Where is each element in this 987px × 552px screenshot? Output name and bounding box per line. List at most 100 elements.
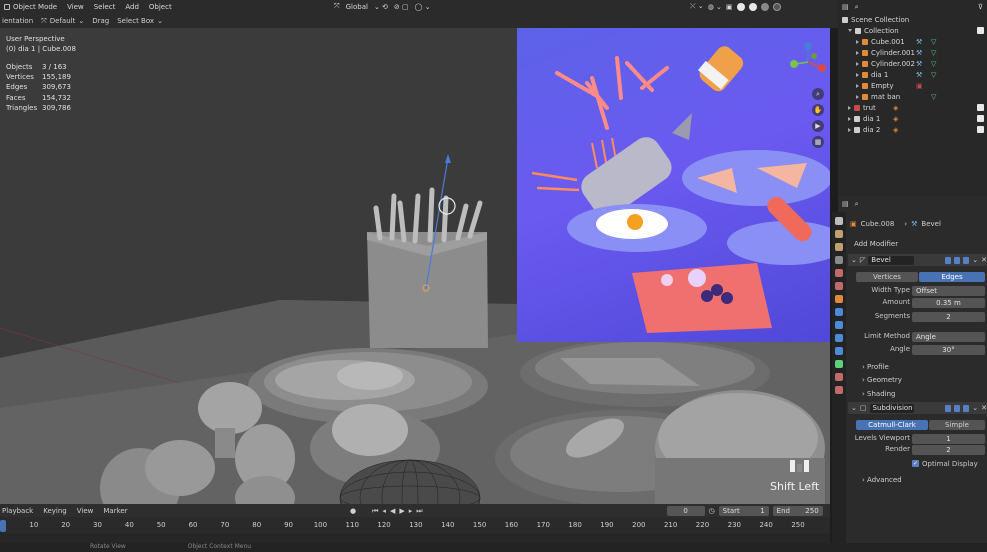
constraints-tab-icon[interactable] xyxy=(835,347,843,355)
outliner-item[interactable]: mat ban ▽ xyxy=(838,91,987,102)
levels-viewport-field[interactable]: 1 xyxy=(912,434,985,444)
world-tab-icon[interactable] xyxy=(835,282,843,290)
limit-method-select[interactable]: Angle xyxy=(912,332,985,342)
menu-view[interactable]: View xyxy=(67,3,84,11)
jump-start-icon[interactable]: ⏮ xyxy=(372,507,378,516)
drag-select[interactable]: Select Box ⌄ xyxy=(117,17,163,25)
mode-selector[interactable]: Object Mode xyxy=(4,3,57,11)
menu-add[interactable]: Add xyxy=(125,3,139,11)
expand-icon[interactable] xyxy=(856,83,859,88)
outliner-item[interactable]: dia 1 ⚒ ▽ xyxy=(838,69,987,80)
advanced-subpanel[interactable]: › Advanced xyxy=(862,476,902,484)
subdivision-modifier-header[interactable]: ⌄ ▢ Subdivision ⌄ ✕ xyxy=(848,402,987,414)
menu-select[interactable]: Select xyxy=(94,3,116,11)
timeline-menu-marker[interactable]: Marker xyxy=(103,507,127,515)
editor-type-icon[interactable]: ▤ xyxy=(842,200,849,208)
pan-hand-icon[interactable]: ✋ xyxy=(812,104,824,116)
width-type-select[interactable]: Offset xyxy=(912,286,985,296)
outliner-item[interactable]: Empty ▣ xyxy=(838,80,987,91)
render-toggle[interactable] xyxy=(963,404,970,412)
timeline-menu-keying[interactable]: Keying xyxy=(43,507,67,515)
pivot-icon[interactable]: ⌄ ⟲ xyxy=(374,3,388,11)
search-icon[interactable]: ⌕ xyxy=(855,200,859,209)
visibility-checkbox[interactable] xyxy=(977,104,984,111)
bevel-name-field[interactable]: Bevel xyxy=(868,255,914,265)
snap-icon[interactable]: ⊘ ▢ xyxy=(394,3,409,11)
expand-icon[interactable] xyxy=(848,105,851,110)
expand-icon[interactable] xyxy=(848,127,851,132)
chevron-down-icon[interactable]: ⌄ xyxy=(851,256,857,264)
material-shading-icon[interactable] xyxy=(760,2,769,11)
next-keyframe-icon[interactable]: ▸ xyxy=(409,507,413,515)
camera-icon[interactable]: ▶ xyxy=(812,120,824,132)
optimal-display-checkbox[interactable]: ✓ xyxy=(912,460,919,467)
texture-tab-icon[interactable] xyxy=(835,386,843,394)
data-tab-icon[interactable] xyxy=(835,360,843,368)
outliner-scene-collection[interactable]: Scene Collection xyxy=(838,14,987,25)
rendered-shading-icon[interactable] xyxy=(772,2,781,11)
output-tab-icon[interactable] xyxy=(835,243,843,251)
profile-subpanel[interactable]: › Profile xyxy=(862,363,889,371)
edit-mode-toggle[interactable] xyxy=(945,404,952,412)
search-icon[interactable]: ⌕ xyxy=(855,3,859,12)
render-tab-icon[interactable] xyxy=(835,230,843,238)
tool-tab-icon[interactable] xyxy=(835,217,843,225)
outliner-item[interactable]: Cube.001 ⚒ ▽ xyxy=(838,36,987,47)
particles-tab-icon[interactable] xyxy=(835,321,843,329)
frame-ruler[interactable]: 0102030405060708090100110120130140150160… xyxy=(0,521,830,531)
close-icon[interactable]: ✕ xyxy=(981,404,987,412)
dropdown-icon[interactable]: ⌄ xyxy=(972,404,978,412)
visibility-checkbox[interactable] xyxy=(977,115,984,122)
play-reverse-icon[interactable]: ◀ xyxy=(390,507,395,515)
visibility-checkbox[interactable] xyxy=(977,27,984,34)
navigation-gizmo[interactable] xyxy=(786,40,830,84)
add-modifier-button[interactable]: Add Modifier xyxy=(846,238,987,249)
expand-icon[interactable] xyxy=(848,29,852,32)
material-tab-icon[interactable] xyxy=(835,373,843,381)
chevron-down-icon[interactable]: ⌄ xyxy=(851,404,857,412)
expand-icon[interactable] xyxy=(856,39,859,44)
transform-orientation[interactable]: Global xyxy=(346,3,368,11)
jump-end-icon[interactable]: ⏭ xyxy=(416,507,422,516)
bevel-modifier-header[interactable]: ⌄ ◸ Bevel ⌄ ✕ xyxy=(848,254,987,266)
grid-view-icon[interactable]: ▦ xyxy=(812,136,824,148)
outliner-top-item[interactable]: trut ◈ xyxy=(838,102,987,113)
outliner-collection[interactable]: Collection xyxy=(838,25,987,36)
editor-type-icon[interactable]: ▤ xyxy=(842,3,849,11)
keyframe-dot-icon[interactable]: ● xyxy=(350,507,356,515)
wireframe-shading-icon[interactable] xyxy=(736,2,745,11)
clock-icon[interactable]: ◷ xyxy=(709,507,715,515)
proportional-icon[interactable]: ◯ ⌄ xyxy=(415,3,431,11)
overlay-icon[interactable]: ◍ ⌄ xyxy=(708,3,722,11)
modifier-tab-icon[interactable] xyxy=(835,308,843,316)
current-frame-field[interactable]: 0 xyxy=(666,506,705,516)
angle-field[interactable]: 30° xyxy=(912,345,985,355)
edit-mode-toggle[interactable] xyxy=(944,256,952,264)
3d-viewport[interactable]: ⌕ ✋ ▶ ▦ User Perspective (0) dia 1 | Cub… xyxy=(0,28,830,504)
expand-icon[interactable] xyxy=(856,72,859,77)
outliner-top-item[interactable]: dia 2 ◈ xyxy=(838,124,987,135)
timeline-menu-playback[interactable]: Playback xyxy=(2,507,33,515)
menu-object[interactable]: Object xyxy=(149,3,172,11)
solid-shading-icon[interactable] xyxy=(748,2,757,11)
physics-tab-icon[interactable] xyxy=(835,334,843,342)
expand-icon[interactable] xyxy=(848,116,851,121)
amount-field[interactable]: 0.35 m xyxy=(912,298,985,308)
expand-icon[interactable] xyxy=(856,94,859,99)
orientation-select[interactable]: ⤧ Default ⌄ xyxy=(41,17,84,26)
gizmo-toggle-icon[interactable]: ⤬ ⌄ xyxy=(690,2,704,11)
end-frame-field[interactable]: End 250 xyxy=(772,506,823,516)
playhead[interactable] xyxy=(0,520,6,532)
xray-icon[interactable]: ▣ xyxy=(726,3,733,11)
edges-tab[interactable]: Edges xyxy=(919,272,985,282)
simple-tab[interactable]: Simple xyxy=(929,420,985,430)
prev-keyframe-icon[interactable]: ◂ xyxy=(382,507,386,515)
play-icon[interactable]: ▶ xyxy=(399,507,404,515)
catmull-clark-tab[interactable]: Catmull-Clark xyxy=(856,420,928,430)
vertices-tab[interactable]: Vertices xyxy=(856,272,918,282)
zoom-icon[interactable]: ⌕ xyxy=(812,88,824,100)
object-tab-icon[interactable] xyxy=(835,295,843,303)
close-icon[interactable]: ✕ xyxy=(981,256,987,264)
render-levels-field[interactable]: 2 xyxy=(912,445,985,455)
subdivision-name-field[interactable]: Subdivision xyxy=(869,403,915,413)
